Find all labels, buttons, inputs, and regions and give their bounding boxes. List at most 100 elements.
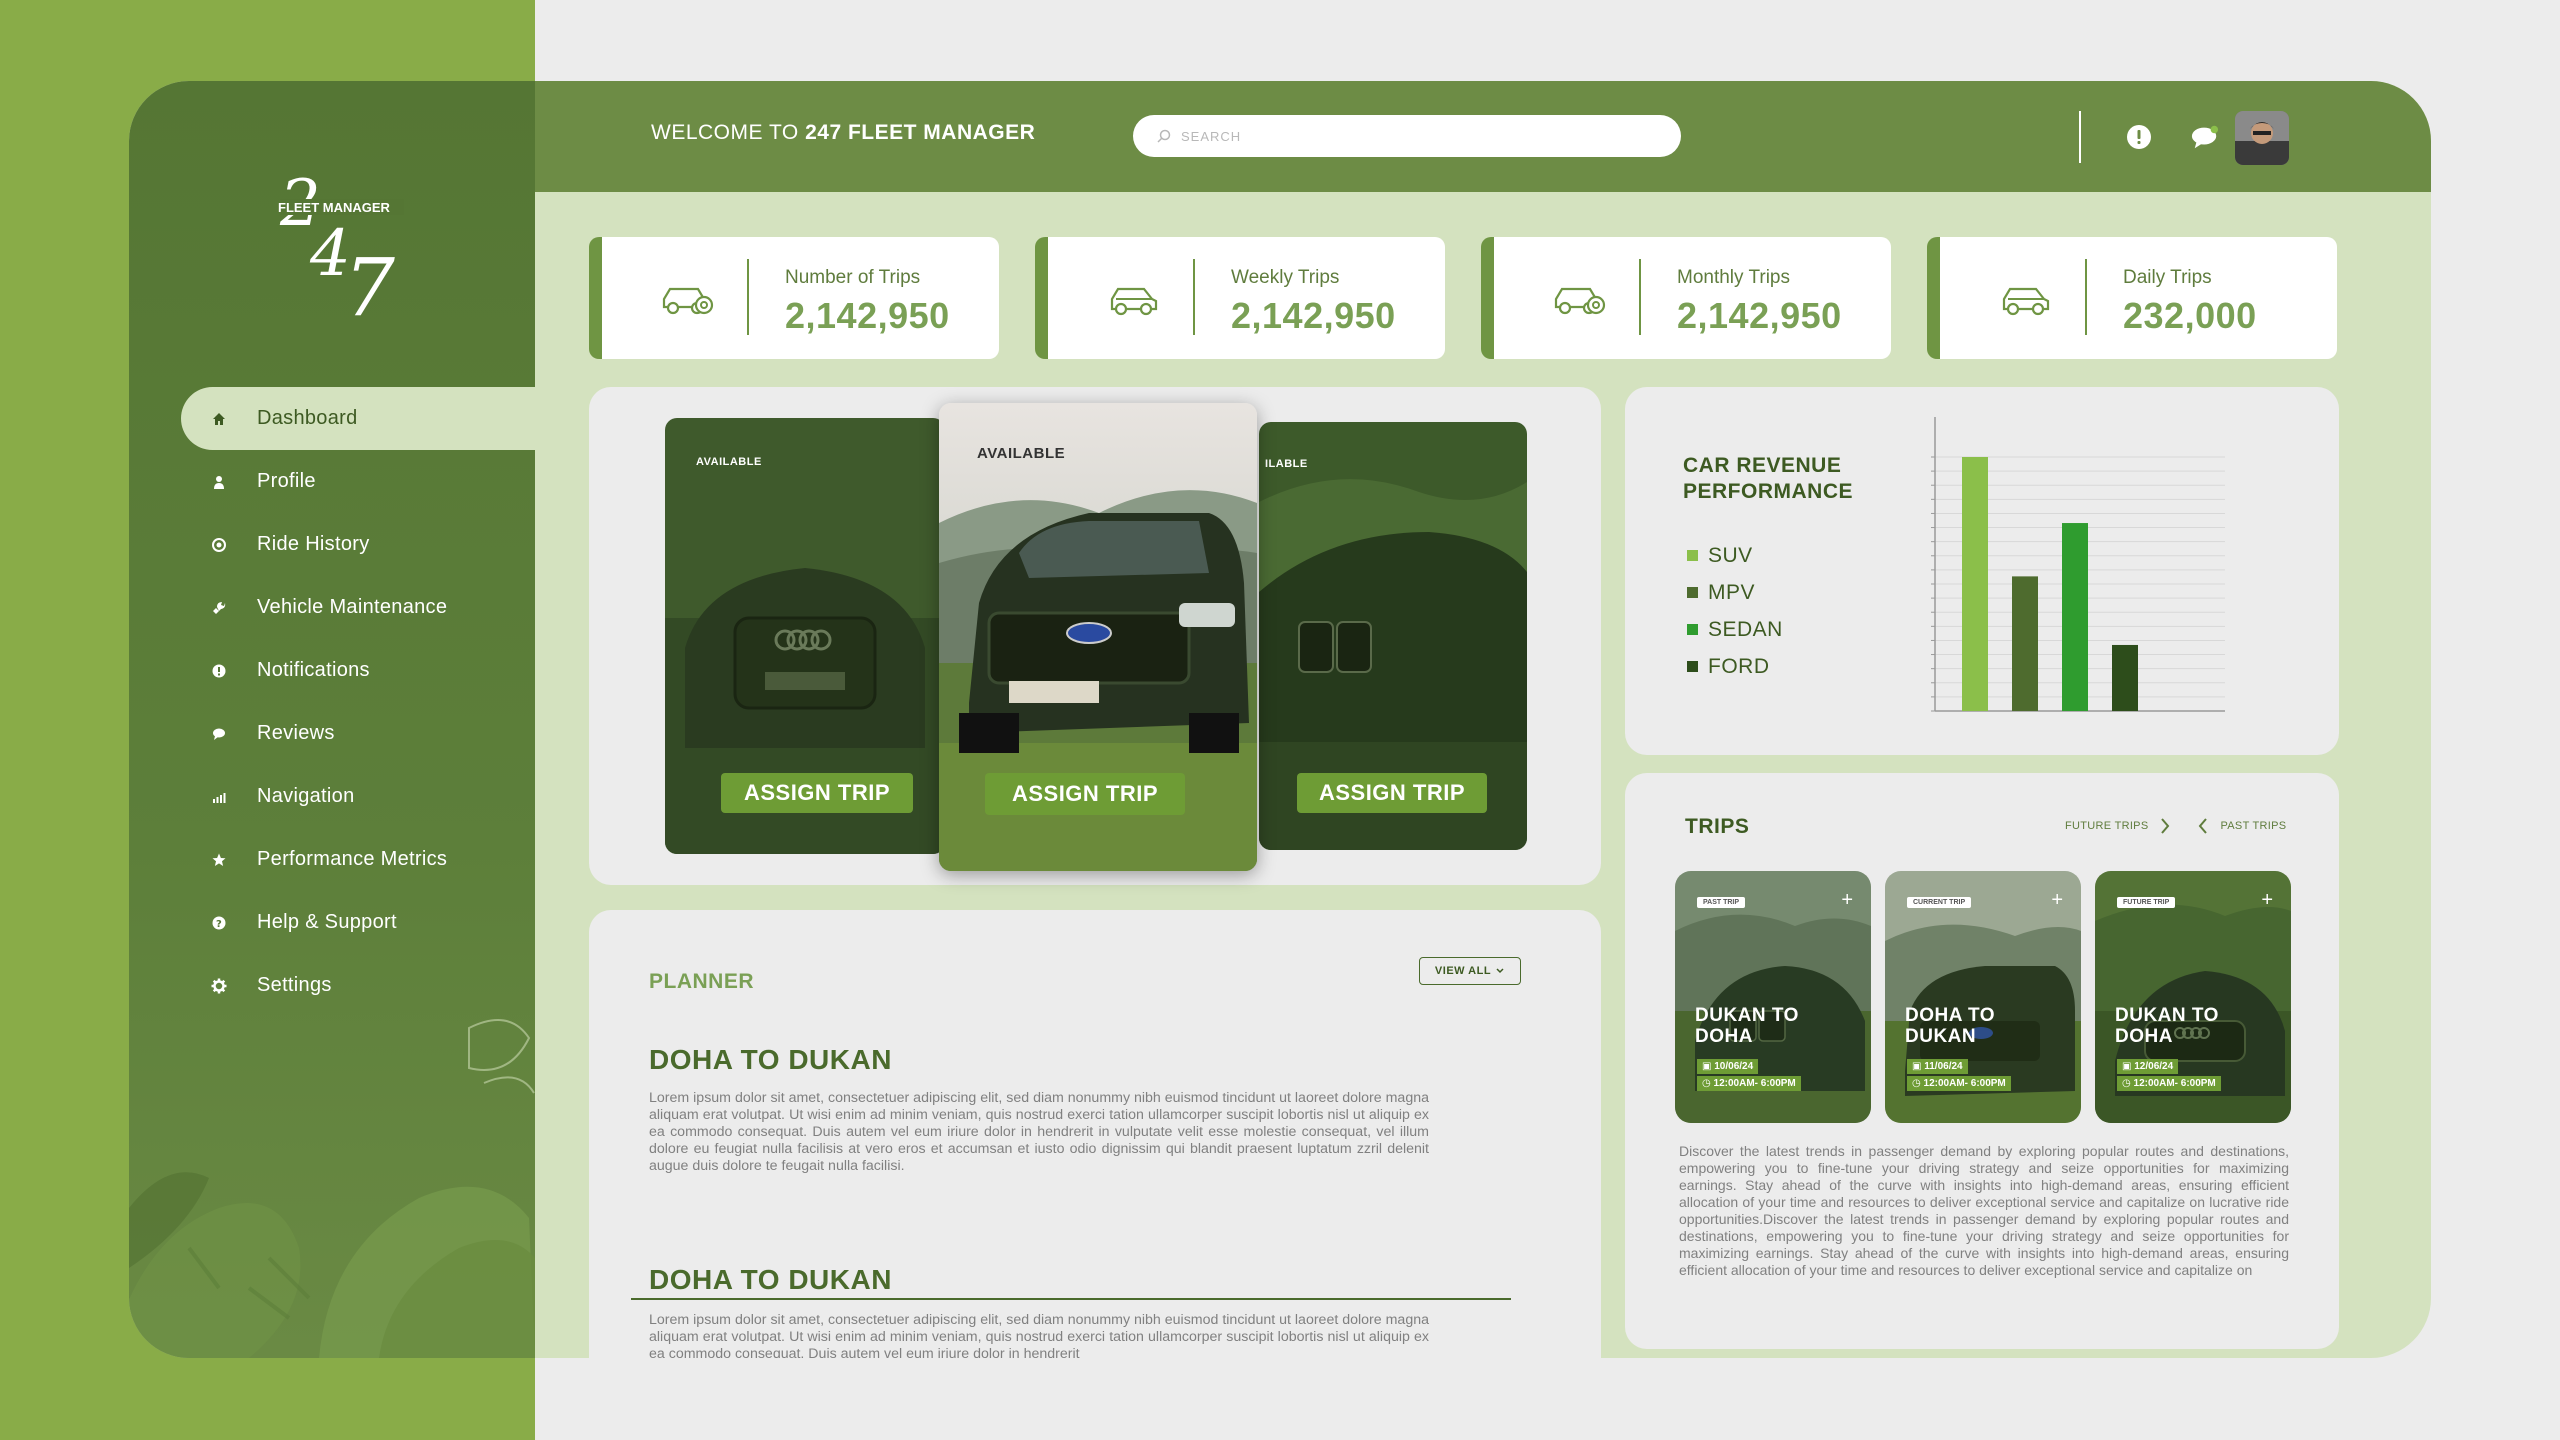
alert-icon[interactable] — [2125, 123, 2153, 151]
future-trips-link[interactable]: FUTURE TRIPS — [2065, 820, 2148, 832]
legend-label: SUV — [1708, 543, 1753, 567]
availability-label: AVAILABLE — [696, 456, 762, 468]
legend-item: SUV — [1687, 537, 1783, 574]
stat-card-daily-trips[interactable]: Daily Trips 232,000 — [1927, 237, 2337, 359]
past-trips-link[interactable]: PAST TRIPS — [2220, 820, 2286, 832]
availability-label: AVAILABLE — [977, 445, 1066, 462]
topbar: WELCOME TO 247 FLEET MANAGER SEARCH — [535, 81, 2431, 192]
sidebar-item-label: Dashboard — [257, 407, 358, 429]
legend-swatch — [1687, 624, 1698, 635]
car-icon — [1110, 287, 1158, 316]
sidebar-item-label: Performance Metrics — [257, 848, 448, 870]
planner-entry-title[interactable]: DOHA TO DUKAN — [649, 1044, 892, 1076]
car-icon — [2002, 287, 2050, 316]
sidebar-item-notifications[interactable]: Notifications — [181, 639, 535, 702]
add-icon[interactable]: + — [2261, 889, 2273, 912]
sidebar-item-label: Ride History — [257, 533, 370, 555]
stat-value: 232,000 — [2123, 295, 2257, 336]
assign-trip-button[interactable]: ASSIGN TRIP — [1297, 773, 1487, 813]
svg-text:?: ? — [216, 919, 222, 930]
stat-card-number-of-trips[interactable]: Number of Trips 2,142,950 — [589, 237, 999, 359]
stat-card-weekly-trips[interactable]: Weekly Trips 2,142,950 — [1035, 237, 1445, 359]
sidebar-item-profile[interactable]: Profile — [181, 450, 535, 513]
stat-label: Monthly Trips — [1677, 267, 1790, 288]
planner-title: PLANNER — [649, 970, 755, 993]
assign-trip-button[interactable]: ASSIGN TRIP — [721, 773, 913, 813]
search-input[interactable]: SEARCH — [1181, 129, 1241, 144]
sidebar-item-help-support[interactable]: ? Help & Support — [181, 891, 535, 954]
chevron-left-icon[interactable] — [2196, 817, 2210, 835]
sidebar-item-dashboard[interactable]: Dashboard — [181, 387, 535, 450]
planner-entry-title[interactable]: DOHA TO DUKAN — [649, 1264, 892, 1296]
add-icon[interactable]: + — [1841, 889, 1853, 912]
stat-divider — [747, 259, 749, 335]
chart-legend: SUV MPV SEDAN FORD — [1687, 537, 1783, 685]
search-icon — [1157, 129, 1171, 143]
trip-badge: CURRENT TRIP — [1907, 897, 1972, 908]
vehicle-carousel: AVAILABLE ASSIGN TRIP ILABLE ASSIGN TRIP… — [589, 387, 1601, 885]
chat-icon[interactable] — [2191, 123, 2219, 151]
sidebar-item-vehicle-maintenance[interactable]: Vehicle Maintenance — [181, 576, 535, 639]
trip-card[interactable]: FUTURE TRIP + DUKAN TO DOHA ▣ 12/06/24 ◷ … — [2095, 871, 2291, 1123]
chevron-right-icon[interactable] — [2158, 817, 2172, 835]
bars-icon — [211, 789, 227, 805]
trip-date: ▣ 12/06/24 — [2117, 1059, 2179, 1074]
assign-trip-button[interactable]: ASSIGN TRIP — [985, 773, 1185, 815]
stat-value: 2,142,950 — [1231, 295, 1396, 336]
trips-title: TRIPS — [1685, 815, 1750, 838]
sidebar-nav: Dashboard Profile Ride History Vehicle M… — [181, 387, 535, 1017]
trips-panel: TRIPS FUTURE TRIPS PAST TRIPS PAST TRIP … — [1625, 773, 2339, 1349]
add-icon[interactable]: + — [2051, 889, 2063, 912]
car-gear-icon — [662, 287, 714, 315]
sidebar-item-ride-history[interactable]: Ride History — [181, 513, 535, 576]
legend-item: MPV — [1687, 574, 1783, 611]
question-icon: ? — [211, 915, 227, 931]
sidebar-item-label: Profile — [257, 470, 316, 492]
vehicle-card-ford[interactable]: AVAILABLE ASSIGN TRIP — [939, 403, 1257, 871]
availability-label: ILABLE — [1265, 458, 1308, 470]
svg-text:7: 7 — [344, 241, 395, 334]
view-all-label: VIEW ALL — [1434, 965, 1492, 977]
legend-swatch — [1687, 550, 1698, 561]
trip-card[interactable]: PAST TRIP + DUKAN TO DOHA ▣ 10/06/24 ◷ 12… — [1675, 871, 1871, 1123]
vehicle-card-bmw[interactable]: ILABLE ASSIGN TRIP — [1259, 422, 1527, 850]
stat-divider — [2085, 259, 2087, 335]
trip-date: ▣ 11/06/24 — [1907, 1059, 1968, 1074]
alert-icon — [211, 663, 227, 679]
avatar[interactable] — [2235, 111, 2289, 165]
chart-bar-ford[interactable] — [2112, 644, 2138, 711]
search-bar[interactable]: SEARCH — [1133, 115, 1681, 157]
leaves-decoration — [129, 1019, 535, 1358]
app-logo: 2 4 7 FLEET MANAGER — [272, 165, 412, 335]
logo-text: FLEET MANAGER — [278, 200, 390, 215]
wrench-icon — [211, 600, 227, 616]
stat-card-monthly-trips[interactable]: Monthly Trips 2,142,950 — [1481, 237, 1891, 359]
sidebar-item-label: Navigation — [257, 785, 355, 807]
stat-value: 2,142,950 — [785, 295, 950, 336]
sidebar-item-performance-metrics[interactable]: Performance Metrics — [181, 828, 535, 891]
chat-icon — [211, 726, 227, 742]
legend-label: SEDAN — [1708, 617, 1783, 641]
sidebar-item-reviews[interactable]: Reviews — [181, 702, 535, 765]
trip-badge: FUTURE TRIP — [2117, 897, 2176, 908]
chart-bar-sedan[interactable] — [2062, 523, 2088, 711]
trip-card[interactable]: CURRENT TRIP + DOHA TO DUKAN ▣ 11/06/24 ◷… — [1885, 871, 2081, 1123]
chart-bar-suv[interactable] — [1962, 457, 1988, 711]
revenue-chart-panel: CAR REVENUE PERFORMANCE SUV MPV SEDAN FO… — [1625, 387, 2339, 755]
home-icon — [211, 411, 227, 427]
view-all-button[interactable]: VIEW ALL — [1419, 957, 1521, 985]
vehicle-card-audi[interactable]: AVAILABLE ASSIGN TRIP — [665, 418, 945, 854]
sidebar-item-navigation[interactable]: Navigation — [181, 765, 535, 828]
revenue-bar-chart — [1931, 417, 2225, 712]
stat-label: Daily Trips — [2123, 267, 2212, 288]
stat-value: 2,142,950 — [1677, 295, 1842, 336]
planner-entry-body: Lorem ipsum dolor sit amet, consectetuer… — [649, 1312, 1429, 1358]
legend-label: MPV — [1708, 580, 1756, 604]
trip-card-title: DUKAN TO DOHA — [2115, 1005, 2219, 1047]
sidebar-item-label: Reviews — [257, 722, 335, 744]
trip-badge: PAST TRIP — [1697, 897, 1746, 908]
planner-entry-body: Lorem ipsum dolor sit amet, consectetuer… — [649, 1090, 1429, 1174]
chart-bar-mpv[interactable] — [2012, 576, 2038, 711]
stat-divider — [1193, 259, 1195, 335]
sidebar-item-label: Notifications — [257, 659, 370, 681]
